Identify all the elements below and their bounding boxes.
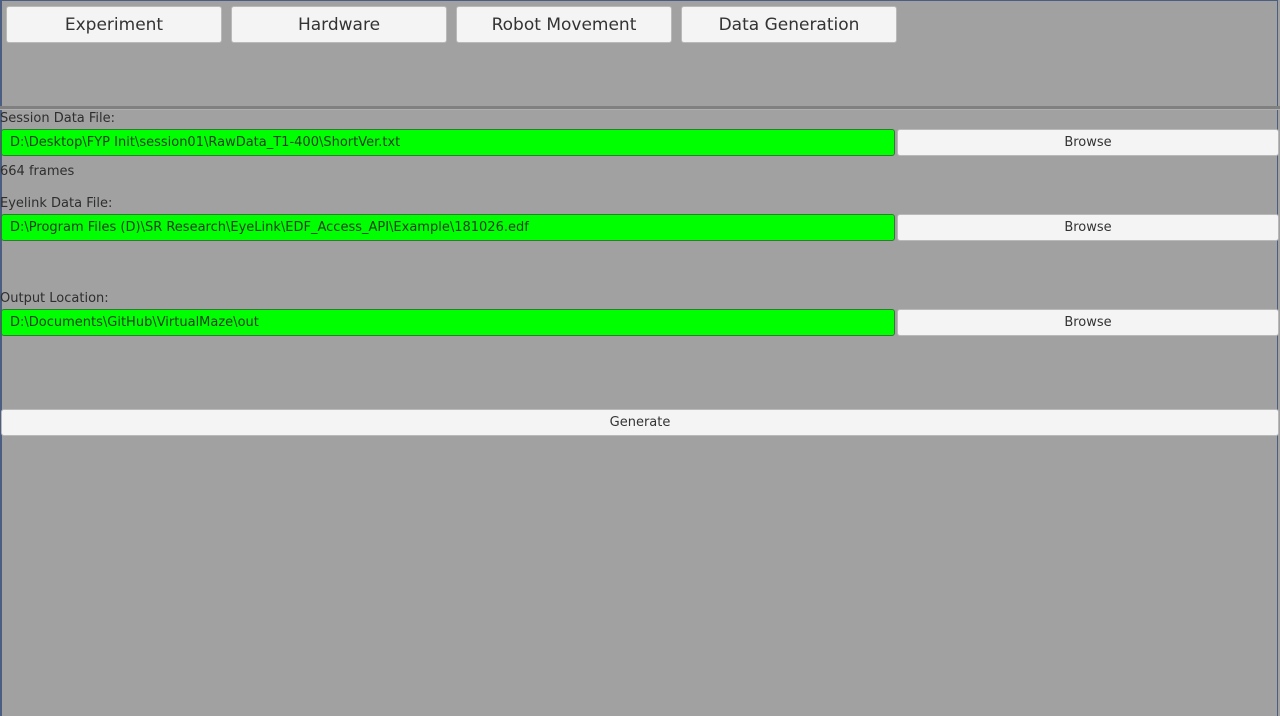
tab-data-generation[interactable]: Data Generation [681, 6, 897, 43]
eyelink-data-file-field[interactable]: D:\Program Files (D)\SR Research\EyeLink… [1, 214, 895, 241]
session-data-file-label: Session Data File: [0, 111, 116, 126]
session-browse-button[interactable]: Browse [897, 129, 1279, 156]
output-browse-button[interactable]: Browse [897, 309, 1279, 336]
tab-experiment[interactable]: Experiment [6, 6, 222, 43]
session-data-file-field[interactable]: D:\Desktop\FYP Init\session01\RawData_T1… [1, 129, 895, 156]
tab-divider [0, 106, 1280, 110]
eyelink-data-file-label: Eyelink Data File: [0, 196, 113, 211]
tab-hardware[interactable]: Hardware [231, 6, 447, 43]
tab-robot-movement[interactable]: Robot Movement [456, 6, 672, 43]
generate-button[interactable]: Generate [1, 409, 1279, 436]
output-location-field[interactable]: D:\Documents\GitHub\VirtualMaze\out [1, 309, 895, 336]
tab-bar: Experiment Hardware Robot Movement Data … [0, 0, 1280, 106]
eyelink-browse-button[interactable]: Browse [897, 214, 1279, 241]
session-frame-count: 664 frames [0, 164, 75, 179]
output-location-label: Output Location: [0, 291, 109, 306]
